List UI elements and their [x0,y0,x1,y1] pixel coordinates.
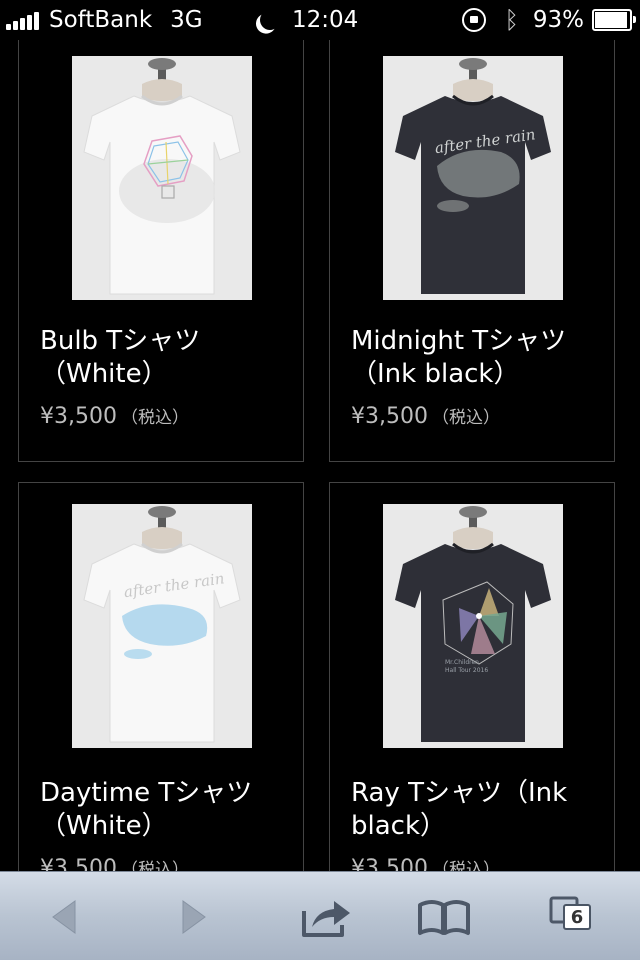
tabs-button[interactable]: 6 [537,894,601,940]
safari-toolbar: 6 [0,871,640,960]
carrier-name: SoftBank [49,7,153,33]
tax-label: （税込） [431,408,500,428]
product-grid: Bulb Tシャツ （White） ¥3,500 （税込） after the r… [0,0,640,960]
product-price: ¥3,500 （税込） [351,403,500,429]
price-value: ¥3,500 [351,404,428,429]
bluetooth-icon: ᛒ [504,6,519,34]
share-button[interactable] [294,894,358,940]
tshirt-image [72,56,252,300]
rotation-lock-icon [462,8,487,32]
status-right: ᛒ 93% [462,6,636,34]
tab-count-badge: 6 [563,904,591,930]
tax-label: （税込） [120,408,189,428]
tshirt-image: after the rain [72,504,252,748]
product-card-daytime[interactable]: after the rain Daytime Tシャツ （White） ¥3,5… [18,482,304,922]
status-bar: SoftBank 3G 12:04 ᛒ 93% [0,0,640,40]
safari-page: Bulb Tシャツ （White） ¥3,500 （税込） after the r… [0,0,640,960]
tshirt-image: Mr.Children Hall Tour 2016 [383,504,563,748]
product-name[interactable]: Daytime Tシャツ （White） [40,777,289,843]
product-photo-ray[interactable]: Mr.Children Hall Tour 2016 [383,504,563,748]
back-button[interactable] [33,894,97,940]
share-icon [302,901,350,937]
product-photo-midnight[interactable]: after the rain [383,56,563,300]
network-type: 3G [170,7,203,33]
tshirt-image: after the rain [383,56,563,300]
shirt-small-text-line2: Hall Tour 2016 [445,667,488,674]
forward-button[interactable] [161,894,225,940]
product-name[interactable]: Ray Tシャツ（Ink black） [351,777,600,843]
bookmarks-icon [418,900,470,935]
status-left: SoftBank 3G [6,6,203,34]
product-card-ray[interactable]: Mr.Children Hall Tour 2016 Ray Tシャツ（Ink … [329,482,615,922]
product-card-midnight[interactable]: after the rain Midnight Tシャツ （Ink black）… [329,0,615,462]
shirt-small-text-line1: Mr.Children [445,659,479,666]
price-value: ¥3,500 [40,404,117,429]
product-photo-daytime[interactable]: after the rain [72,504,252,748]
signal-icon [6,10,41,30]
status-center: 12:04 [252,6,358,34]
product-photo-bulb[interactable] [72,56,252,300]
product-price: ¥3,500 （税込） [40,403,189,429]
back-arrow-icon [52,900,76,934]
product-card-bulb[interactable]: Bulb Tシャツ （White） ¥3,500 （税込） [18,0,304,462]
product-name[interactable]: Midnight Tシャツ （Ink black） [351,325,600,391]
battery-icon [592,9,636,31]
forward-arrow-icon [182,900,206,934]
moon-icon [257,7,283,33]
battery-percent: 93% [532,7,584,33]
product-name[interactable]: Bulb Tシャツ （White） [40,325,289,391]
clock-time: 12:04 [292,7,359,33]
bookmarks-button[interactable] [412,894,476,940]
battery-fill [595,12,627,28]
